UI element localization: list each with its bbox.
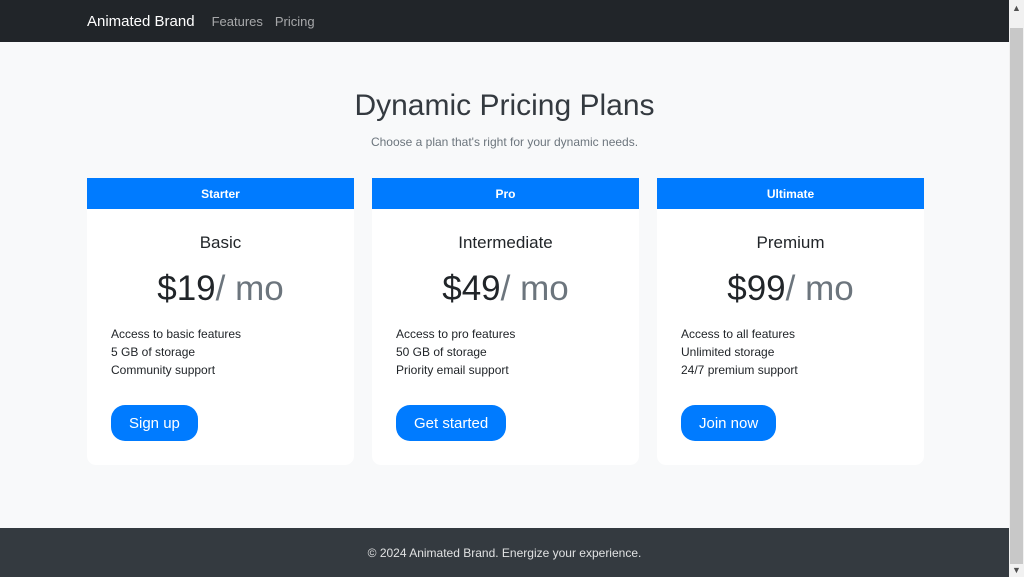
feature-list: Access to all features Unlimited storage…: [657, 325, 924, 379]
footer-text: © 2024 Animated Brand. Energize your exp…: [367, 545, 642, 560]
pricing-card-ultimate: Ultimate Premium $99/ mo Access to all f…: [657, 178, 924, 465]
feature-item: Access to pro features: [396, 327, 516, 341]
plan-title: Intermediate: [458, 233, 553, 252]
price-amount: $49: [442, 269, 501, 308]
feature-item: 50 GB of storage: [396, 345, 487, 359]
page-subtitle: Choose a plan that's right for your dyna…: [370, 135, 639, 149]
vertical-scrollbar[interactable]: ▲ ▼: [1009, 0, 1024, 577]
get-started-button[interactable]: Get started: [396, 405, 507, 441]
brand-link[interactable]: Animated Brand: [87, 13, 195, 30]
scroll-down-arrow-icon[interactable]: ▼: [1009, 562, 1024, 577]
feature-item: Priority email support: [396, 363, 509, 377]
hero: Dynamic Pricing Plans Choose a plan that…: [0, 88, 1009, 149]
plan-price: $19/ mo: [87, 269, 354, 309]
feature-item: Access to basic features: [111, 327, 242, 341]
price-amount: $99: [727, 269, 786, 308]
feature-item: Unlimited storage: [681, 345, 775, 359]
feature-item: 24/7 premium support: [681, 363, 798, 377]
feature-item: Access to all features: [681, 327, 796, 341]
price-unit: / mo: [215, 269, 284, 308]
scroll-up-arrow-icon[interactable]: ▲: [1009, 0, 1024, 15]
navbar: Animated Brand Features Pricing: [0, 0, 1009, 42]
feature-list: Access to basic features 5 GB of storage…: [87, 325, 354, 379]
nav-link-features[interactable]: Features: [212, 14, 263, 29]
price-unit: / mo: [500, 269, 569, 308]
nav-link-pricing[interactable]: Pricing: [275, 14, 315, 29]
join-now-button[interactable]: Join now: [681, 405, 777, 441]
plan-title: Basic: [199, 233, 242, 252]
feature-list: Access to pro features 50 GB of storage …: [372, 325, 639, 379]
plan-price: $99/ mo: [657, 269, 924, 309]
card-header: Starter: [87, 178, 354, 209]
page: Animated Brand Features Pricing Dynamic …: [0, 0, 1009, 577]
sign-up-button[interactable]: Sign up: [111, 405, 198, 441]
plan-price: $49/ mo: [372, 269, 639, 309]
page-title: Dynamic Pricing Plans: [354, 89, 655, 122]
pricing-cards: Starter Basic $19/ mo Access to basic fe…: [87, 178, 924, 465]
scrollbar-thumb[interactable]: [1010, 28, 1023, 564]
price-amount: $19: [157, 269, 216, 308]
card-header: Ultimate: [657, 178, 924, 209]
pricing-card-pro: Pro Intermediate $49/ mo Access to pro f…: [372, 178, 639, 465]
card-header: Pro: [372, 178, 639, 209]
feature-item: 5 GB of storage: [111, 345, 196, 359]
feature-item: Community support: [111, 363, 216, 377]
footer: © 2024 Animated Brand. Energize your exp…: [0, 528, 1009, 577]
price-unit: / mo: [785, 269, 854, 308]
pricing-card-starter: Starter Basic $19/ mo Access to basic fe…: [87, 178, 354, 465]
plan-title: Premium: [756, 233, 825, 252]
